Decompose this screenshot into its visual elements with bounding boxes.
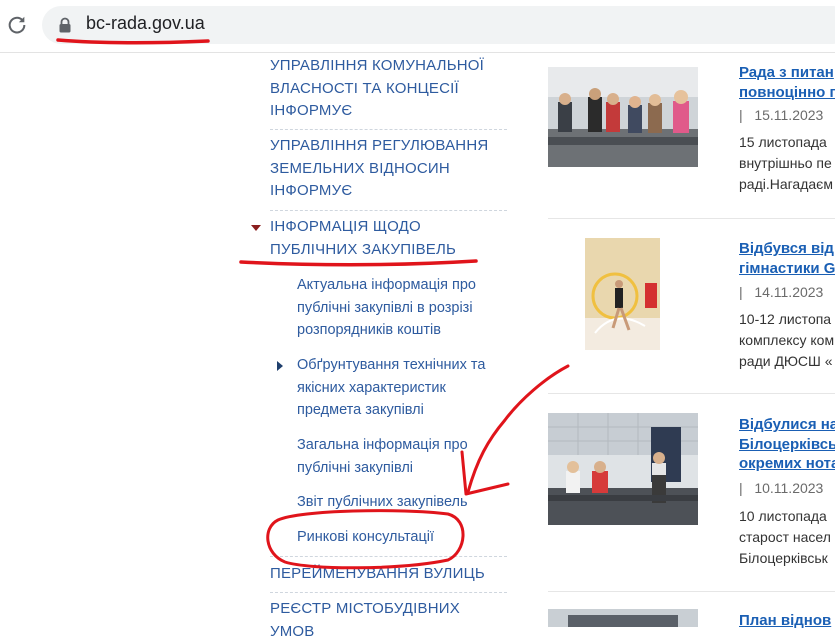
news-photo-gymnast[interactable] bbox=[585, 238, 660, 350]
menu-divider bbox=[270, 556, 507, 557]
submenu-item-line: Ринкові консультації bbox=[297, 529, 435, 545]
news-text-line: ради ДЮСШ « bbox=[739, 353, 833, 369]
news-text-line: внутрішньо пе bbox=[739, 155, 832, 171]
menu-item-line: УПРАВЛІННЯ КОМУНАЛЬНОЇ bbox=[270, 57, 485, 74]
news-date-1: | 15.11.2023 bbox=[739, 107, 824, 123]
browser-toolbar: bc-rada.gov.ua bbox=[0, 0, 835, 53]
news-text-line: Білоцерківськ bbox=[739, 550, 828, 566]
menu-item-street-renaming[interactable]: ПЕРЕЙМЕНУВАННЯ ВУЛИЦЬ bbox=[270, 563, 485, 586]
submenu-item-line: Загальна інформація про bbox=[297, 437, 468, 453]
news-text-3: 10 листопада старост насел Білоцерківськ bbox=[739, 506, 831, 569]
news-text-line: 10-12 листопа bbox=[739, 311, 832, 327]
submenu-item-report[interactable]: Звіт публічних закупівель bbox=[297, 491, 468, 514]
news-title-3[interactable]: Відбулися на Білоцерківсь окремих нота bbox=[739, 415, 835, 474]
submenu-item-current-info[interactable]: Актуальна інформація про публічні закупі… bbox=[297, 274, 476, 342]
news-date-value: 10.11.2023 bbox=[754, 480, 824, 496]
submenu-item-justification[interactable]: Обґрунтування технічних та якісних харак… bbox=[297, 354, 485, 422]
reload-icon[interactable] bbox=[6, 14, 28, 36]
news-title-line: повноцінно г bbox=[739, 83, 835, 101]
menu-divider bbox=[270, 592, 507, 593]
menu-item-public-procurement[interactable]: ІНФОРМАЦІЯ ЩОДО ПУБЛІЧНИХ ЗАКУПІВЕЛЬ bbox=[270, 216, 456, 261]
caret-right-icon[interactable] bbox=[277, 361, 283, 371]
menu-item-line: ІНФОРМУЄ bbox=[270, 102, 353, 119]
news-title-2[interactable]: Відбувся від гімнастики G bbox=[739, 239, 835, 278]
news-title-line: Відбулися на bbox=[739, 416, 835, 433]
menu-item-line: ПУБЛІЧНИХ ЗАКУПІВЕЛЬ bbox=[270, 240, 457, 258]
submenu-item-line: якісних характеристик bbox=[297, 379, 446, 396]
submenu-item-line: публічні закупівлі bbox=[297, 459, 414, 476]
news-photo-partial[interactable] bbox=[548, 609, 698, 627]
menu-item-line: УПРАВЛІННЯ РЕГУЛЮВАННЯ bbox=[270, 137, 489, 154]
news-title-line: Відбувся від bbox=[739, 240, 834, 257]
news-text-line: комплексу ком bbox=[739, 332, 835, 348]
annotation-arrowhead bbox=[460, 450, 510, 496]
submenu-item-line: Обґрунтування технічних та bbox=[297, 357, 486, 373]
news-divider bbox=[548, 591, 835, 592]
url-text[interactable]: bc-rada.gov.ua bbox=[86, 13, 205, 34]
news-divider bbox=[548, 393, 835, 394]
menu-item-urban-conditions-register[interactable]: РЕЄСТР МІСТОБУДІВНИХ УМОВ bbox=[270, 598, 508, 643]
caret-down-icon[interactable] bbox=[251, 225, 261, 231]
menu-item-line: ВЛАСНОСТІ ТА КОНЦЕСІЇ bbox=[270, 79, 459, 97]
news-text-line: раді.Нагадаєм bbox=[739, 176, 833, 192]
menu-item-line: ЗЕМЕЛЬНИХ ВІДНОСИН bbox=[270, 159, 450, 177]
menu-item-line: ІНФОРМАЦІЯ ЩОДО bbox=[270, 218, 421, 235]
submenu-item-line: публічні закупівлі в розрізі bbox=[297, 299, 473, 316]
news-title-line: гімнастики G bbox=[739, 259, 835, 277]
news-date-value: 14.11.2023 bbox=[754, 284, 824, 300]
news-text-1: 15 листопада внутрішньо пе раді.Нагадаєм bbox=[739, 132, 833, 195]
news-title-4[interactable]: План віднов bbox=[739, 611, 831, 631]
submenu-item-market-consultations[interactable]: Ринкові консультації bbox=[297, 526, 434, 549]
submenu-item-line: предмета закупівлі bbox=[297, 402, 424, 418]
menu-item-land-relations[interactable]: УПРАВЛІННЯ РЕГУЛЮВАННЯ ЗЕМЕЛЬНИХ ВІДНОСИ… bbox=[270, 135, 488, 203]
menu-item-line: РЕЄСТР МІСТОБУДІВНИХ УМОВ bbox=[270, 600, 460, 640]
annotation-underline-procurement bbox=[239, 259, 478, 267]
news-title-line: Рада з питан bbox=[739, 64, 834, 81]
news-photo-council-meeting[interactable] bbox=[548, 67, 698, 167]
menu-item-line: ІНФОРМУЄ bbox=[270, 182, 353, 199]
menu-divider bbox=[270, 210, 507, 211]
submenu-item-line: Актуальна інформація про bbox=[297, 277, 476, 293]
news-photo-meeting-room[interactable] bbox=[548, 413, 698, 525]
menu-item-communal-property[interactable]: УПРАВЛІННЯ КОМУНАЛЬНОЇ ВЛАСНОСТІ ТА КОНЦ… bbox=[270, 55, 484, 123]
menu-item-line: ПЕРЕЙМЕНУВАННЯ ВУЛИЦЬ bbox=[270, 565, 485, 582]
news-date-2: | 14.11.2023 bbox=[739, 284, 824, 300]
lock-icon[interactable] bbox=[58, 17, 72, 33]
menu-divider bbox=[270, 129, 507, 130]
news-text-line: 15 листопада bbox=[739, 134, 827, 150]
news-title-line: План віднов bbox=[739, 612, 832, 629]
news-title-1[interactable]: Рада з питан повноцінно г bbox=[739, 63, 835, 102]
news-text-line: 10 листопада bbox=[739, 508, 827, 524]
news-text-line: старост насел bbox=[739, 529, 831, 545]
news-date-value: 15.11.2023 bbox=[754, 107, 824, 123]
news-divider bbox=[548, 218, 835, 219]
news-text-2: 10-12 листопа комплексу ком ради ДЮСШ « bbox=[739, 309, 834, 372]
news-title-line: Білоцерківсь bbox=[739, 435, 835, 453]
news-title-line: окремих нота bbox=[739, 455, 835, 472]
news-date-3: | 10.11.2023 bbox=[739, 480, 824, 496]
submenu-item-line: розпорядників коштів bbox=[297, 322, 441, 338]
submenu-item-line: Звіт публічних закупівель bbox=[297, 494, 468, 510]
submenu-item-general-info[interactable]: Загальна інформація про публічні закупів… bbox=[297, 434, 468, 479]
